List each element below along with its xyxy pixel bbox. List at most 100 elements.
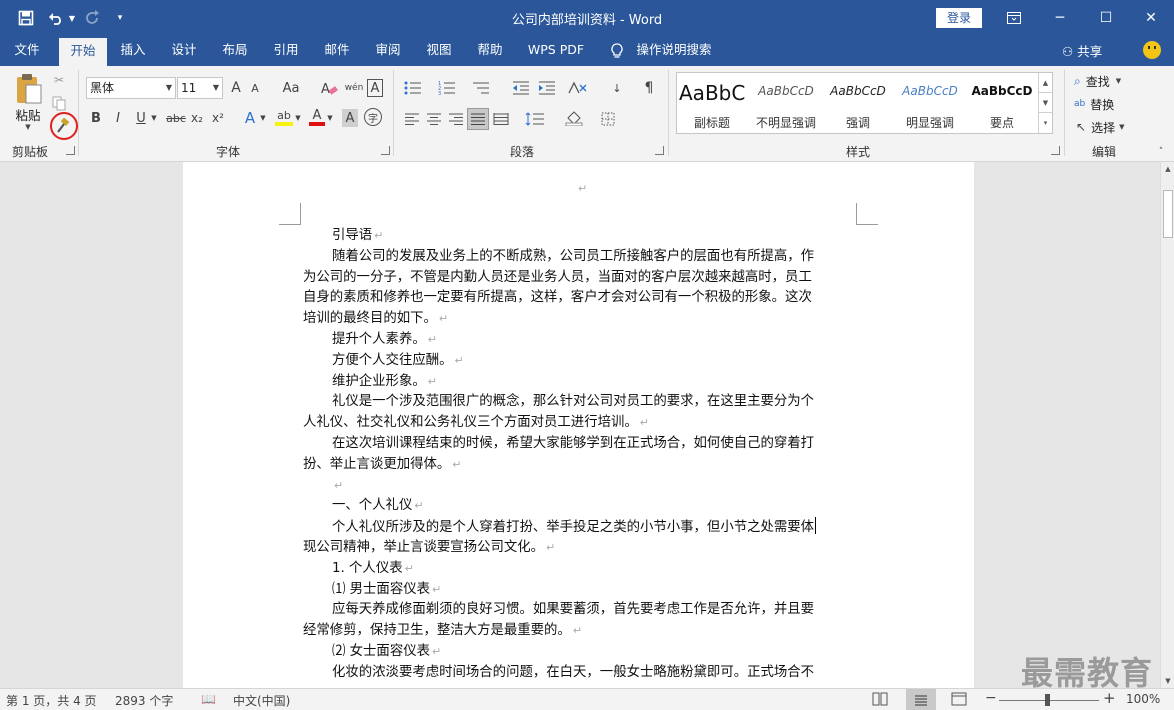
font-color-icon[interactable]: A	[309, 108, 325, 126]
close-button[interactable]: ✕	[1128, 0, 1174, 36]
style-emphasis[interactable]: AaBbCcD 强调	[823, 73, 893, 133]
tab-file[interactable]: 文件	[4, 36, 50, 66]
document-line[interactable]: 为公司的一分子，不管是内勤人员还是业务人员，当面对的客户层次越来越高时，员工	[303, 268, 857, 289]
copy-icon[interactable]	[50, 94, 68, 112]
tab-insert[interactable]: 插入	[112, 36, 154, 66]
change-case-icon[interactable]: Aa	[279, 79, 303, 97]
language[interactable]: 中文(中国)	[233, 692, 290, 709]
character-shading-icon[interactable]: A	[342, 109, 358, 127]
justify-icon[interactable]	[467, 108, 489, 130]
font-size-combobox[interactable]: 11 ▼	[177, 77, 223, 99]
highlight-icon[interactable]: ab	[275, 108, 293, 126]
feedback-smiley-icon[interactable]	[1143, 41, 1161, 59]
tab-references[interactable]: 引用	[265, 36, 307, 66]
document-line[interactable]: 方便个人交往应酬。 ↵	[303, 351, 857, 372]
undo-icon[interactable]	[45, 8, 67, 28]
page-count[interactable]: 第 1 页，共 4 页	[6, 692, 97, 709]
find-button[interactable]: ⌕ 查找 ▼	[1074, 71, 1144, 91]
tab-design[interactable]: 设计	[163, 36, 205, 66]
document-line[interactable]: 随着公司的发展及业务上的不断成熟，公司员工所接触客户的层面也有所提高，作	[303, 247, 857, 268]
document-line[interactable]: 应每天养成修面剃须的良好习惯。如果要蓄须，首先要考虑工作是否允许，并且要	[303, 600, 857, 621]
document-area[interactable]: ↵ 引导语 ↵ 随着公司的发展及业务上的不断成熟，公司员工所接触客户的层面也有所提高…	[0, 162, 1160, 688]
document-line[interactable]: ↵	[303, 476, 857, 497]
font-color-dropdown-icon[interactable]: ▼	[326, 112, 334, 124]
document-line[interactable]: 培训的最终目的如下。 ↵	[303, 309, 857, 330]
document-line[interactable]: 维护企业形象。 ↵	[303, 372, 857, 393]
tab-help[interactable]: 帮助	[469, 36, 511, 66]
show-formatting-marks-icon[interactable]: ¶	[638, 78, 660, 98]
subscript-button[interactable]: x₂	[189, 109, 205, 127]
clear-formatting-icon[interactable]: A	[319, 78, 339, 98]
paste-dropdown-icon[interactable]: ▼	[21, 122, 35, 132]
document-line[interactable]: 在这次培训课程结束的时候，希望大家能够学到在正式场合，如何使自己的穿着打	[303, 434, 857, 455]
print-layout-icon[interactable]	[906, 689, 936, 710]
login-button[interactable]: 登录	[936, 8, 982, 28]
document-line[interactable]: ⑵ 女士面容仪表 ↵	[303, 642, 857, 663]
tab-review[interactable]: 审阅	[367, 36, 409, 66]
document-line[interactable]: 礼仪是一个涉及范围很广的概念，那么针对公司对员工的要求，在这里主要分为个	[303, 392, 857, 413]
font-name-combobox[interactable]: 黑体 ▼	[86, 77, 176, 99]
minimize-button[interactable]: ─	[1037, 0, 1083, 36]
text-effects-dropdown-icon[interactable]: ▼	[259, 112, 267, 124]
ribbon-display-options-icon[interactable]	[991, 0, 1037, 36]
chinese-layout-icon[interactable]	[566, 78, 590, 98]
zoom-level[interactable]: 100%	[1126, 692, 1160, 706]
font-launcher-icon[interactable]	[381, 146, 390, 155]
multilevel-list-icon[interactable]	[470, 78, 492, 98]
tab-view[interactable]: 视图	[418, 36, 460, 66]
highlight-dropdown-icon[interactable]: ▼	[294, 112, 302, 124]
shrink-font-icon[interactable]: A	[247, 79, 263, 97]
bullets-icon[interactable]	[402, 78, 424, 98]
document-line[interactable]: 人礼仪、社交礼仪和公务礼仪三个方面对员工进行培训。 ↵	[303, 413, 857, 434]
scroll-up-icon[interactable]: ▲	[1161, 162, 1174, 176]
proofing-icon[interactable]: 📖	[201, 692, 216, 706]
replace-button[interactable]: ab 替换	[1074, 94, 1134, 114]
tell-me-search[interactable]: 操作说明搜索	[632, 36, 716, 66]
zoom-out-button[interactable]: −	[985, 690, 997, 706]
undo-dropdown-icon[interactable]: ▼	[67, 8, 77, 28]
enclose-characters-icon[interactable]: 字	[364, 108, 382, 126]
underline-dropdown-icon[interactable]: ▼	[150, 112, 158, 124]
italic-button[interactable]: I	[110, 109, 126, 127]
gallery-up-icon[interactable]: ▲	[1039, 73, 1052, 93]
grow-font-icon[interactable]: A	[228, 79, 244, 97]
read-mode-icon[interactable]	[872, 692, 888, 709]
paragraph-launcher-icon[interactable]	[655, 146, 664, 155]
tab-layout[interactable]: 布局	[214, 36, 256, 66]
gallery-down-icon[interactable]: ▼	[1039, 93, 1052, 113]
document-line[interactable]: 化妆的浓淡要考虑时间场合的问题，在白天，一般女士略施粉黛即可。正式场合不	[303, 663, 857, 684]
scroll-down-icon[interactable]: ▼	[1161, 674, 1174, 688]
sort-icon[interactable]: ↓	[606, 78, 628, 98]
tab-home[interactable]: 开始	[59, 38, 107, 66]
style-intense-emphasis[interactable]: AaBbCcD 明显强调	[895, 73, 965, 133]
vertical-scrollbar[interactable]: ▲ ▼	[1160, 162, 1174, 688]
strikethrough-button[interactable]: abc	[165, 109, 187, 127]
paste-button[interactable]: 粘贴	[10, 106, 46, 123]
style-subtitle[interactable]: AaBbC 副标题	[679, 73, 745, 133]
document-line[interactable]: 现公司精神，举止言谈要宣扬公司文化。 ↵	[303, 538, 857, 559]
style-subtle-emphasis[interactable]: AaBbCcD 不明显强调	[751, 73, 821, 133]
zoom-slider-thumb[interactable]	[1045, 694, 1050, 706]
decrease-indent-icon[interactable]	[510, 78, 532, 98]
document-line[interactable]: 经常修剪，保持卫生，整洁大方是最重要的。 ↵	[303, 621, 857, 642]
underline-button[interactable]: U	[133, 109, 149, 127]
document-body[interactable]: 引导语 ↵ 随着公司的发展及业务上的不断成熟，公司员工所接触客户的层面也有所提高，作…	[303, 226, 857, 684]
zoom-in-button[interactable]: +	[1103, 689, 1116, 707]
web-layout-icon[interactable]	[951, 692, 967, 709]
document-line[interactable]: ⑴ 男士面容仪表 ↵	[303, 580, 857, 601]
tab-wps-pdf[interactable]: WPS PDF	[522, 36, 590, 66]
document-line[interactable]: 个人礼仪所涉及的是个人穿着打扮、举手投足之类的小节小事，但小节之处需要体	[303, 517, 857, 538]
document-line[interactable]: 提升个人素养。 ↵	[303, 330, 857, 351]
superscript-button[interactable]: x²	[210, 109, 226, 127]
document-line[interactable]: 一、个人礼仪 ↵	[303, 496, 857, 517]
share-button[interactable]: ⚇ 共享	[1062, 41, 1102, 60]
character-border-icon[interactable]: A	[367, 79, 383, 97]
document-line[interactable]: 自身的素质和修养也一定要有所提高，这样，客户才会对公司有一个积极的形象。这次	[303, 288, 857, 309]
line-spacing-icon[interactable]	[522, 109, 548, 129]
save-icon[interactable]	[14, 8, 38, 28]
align-right-icon[interactable]	[446, 109, 466, 129]
maximize-button[interactable]: ☐	[1083, 0, 1129, 36]
cut-icon[interactable]: ✂	[50, 71, 68, 89]
distributed-icon[interactable]	[491, 109, 511, 129]
borders-icon[interactable]	[596, 109, 620, 129]
